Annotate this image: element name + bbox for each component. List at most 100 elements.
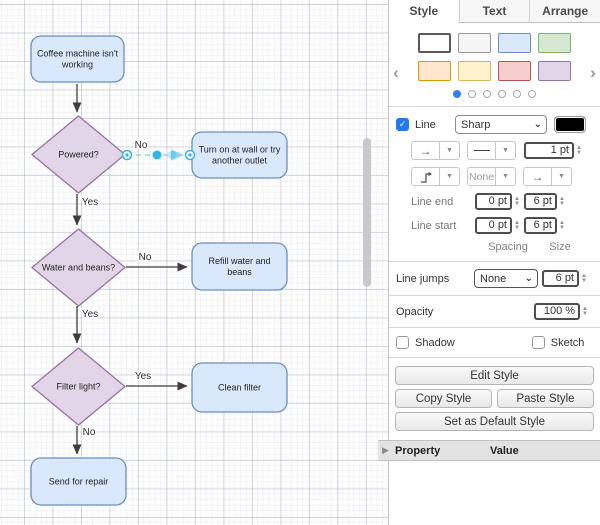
waypoints-dropdown[interactable]: ▼ — [439, 168, 459, 185]
connection-arrow-icon: → — [420, 144, 432, 158]
shadow-label: Shadow — [415, 337, 455, 349]
connection-style-button[interactable]: → — [412, 142, 439, 159]
style-swatch-6[interactable] — [458, 61, 491, 81]
style-swatch-5[interactable] — [418, 61, 451, 81]
flowchart-node-refill[interactable]: Refill water andbeans — [192, 243, 287, 290]
arrow-end-group: → ▼ — [523, 167, 572, 186]
disclosure-icon[interactable]: ▶ — [382, 445, 395, 456]
flowchart-edge-filter-repair[interactable]: No — [77, 426, 96, 454]
node-label: Filter light? — [56, 382, 100, 392]
flowchart-edge-filter-clean[interactable]: Yes — [126, 371, 187, 386]
line-start-size-input[interactable]: 6 pt — [524, 217, 557, 234]
line-width-stepper[interactable]: ▲ ▼ — [576, 146, 582, 156]
swatch-page-dot-1[interactable] — [453, 90, 461, 98]
dropdown-arrow-icon: ▼ — [558, 173, 565, 180]
swatch-page-dot-3[interactable] — [483, 90, 491, 98]
property-column-label: Property — [395, 445, 490, 457]
line-jumps-size-spinner: 6 pt ▲ ▼ — [542, 270, 587, 287]
swatch-page-dot-6[interactable] — [528, 90, 536, 98]
tab-arrange[interactable]: Arrange — [529, 0, 600, 23]
line-dash-dropdown[interactable]: ▼ — [495, 142, 515, 159]
opacity-row: Opacity 100 % ▲ ▼ — [389, 296, 600, 328]
line-start-size-stepper[interactable]: ▲ ▼ — [559, 221, 565, 231]
swatch-page-dot-2[interactable] — [468, 90, 476, 98]
line-start-label: Line start — [411, 220, 475, 232]
shadow-checkbox[interactable] — [396, 336, 409, 349]
opacity-stepper[interactable]: ▲ ▼ — [582, 307, 588, 317]
flowchart-node-send-repair[interactable]: Send for repair — [31, 458, 126, 505]
stepper-down-icon: ▼ — [576, 151, 582, 156]
arrow-end-button[interactable]: → — [524, 168, 551, 185]
line-checkbox[interactable]: ✓ — [396, 118, 409, 131]
waypoints-value: None — [469, 171, 494, 183]
paste-style-button[interactable]: Paste Style — [497, 389, 594, 408]
style-swatch-7[interactable] — [498, 61, 531, 81]
line-end-spacing-input[interactable]: 0 pt — [475, 193, 512, 210]
set-default-style-button[interactable]: Set as Default Style — [395, 412, 594, 431]
property-table-header: ▶ Property Value — [378, 440, 600, 461]
flowchart-node-water-beans[interactable]: Water and beans? — [32, 229, 125, 306]
end-arrow-icon: → — [532, 170, 544, 184]
dropdown-arrow-icon: ▼ — [446, 173, 453, 180]
stepper-down-icon: ▼ — [559, 226, 565, 231]
line-jumps-size-stepper[interactable]: ▲ ▼ — [581, 274, 587, 284]
swatch-prev-icon[interactable]: ‹ — [390, 67, 402, 79]
line-width-input[interactable]: 1 pt — [524, 142, 574, 159]
diagram-canvas[interactable]: Coffee machine isn'tworking Powered? Turn … — [0, 0, 388, 525]
swatch-grid — [418, 33, 571, 81]
edge-midpoint-handle[interactable] — [153, 151, 162, 160]
arrow-end-dropdown[interactable]: ▼ — [551, 168, 571, 185]
canvas-vertical-scrollbar[interactable] — [363, 138, 371, 287]
flowchart-node-clean-filter[interactable]: Clean filter — [192, 363, 287, 412]
line-jumps-select[interactable]: None ⌄ — [474, 269, 538, 288]
flowchart-edge-powered-turnon[interactable]: No — [123, 140, 195, 160]
style-swatch-2[interactable] — [458, 33, 491, 53]
edge-virtual-handle[interactable] — [168, 151, 176, 159]
swatch-page-dot-4[interactable] — [498, 90, 506, 98]
opacity-input[interactable]: 100 % — [534, 303, 580, 320]
format-tabs: Style Text Arrange — [389, 0, 600, 23]
node-label: Powered? — [58, 150, 99, 160]
line-start-spacing-stepper[interactable]: ▲ ▼ — [514, 221, 520, 231]
tab-style[interactable]: Style — [389, 0, 459, 23]
edge-target-handle-dot — [188, 153, 191, 156]
style-swatch-1[interactable] — [418, 33, 451, 53]
connection-style-dropdown[interactable]: ▼ — [439, 142, 459, 159]
flowchart-edge-water-filter[interactable]: Yes — [77, 306, 98, 343]
spacing-label: Spacing — [482, 241, 534, 253]
swatch-page-dot-5[interactable] — [513, 90, 521, 98]
connector-none-dropdown[interactable]: ▼ — [495, 168, 515, 185]
sketch-checkbox[interactable] — [532, 336, 545, 349]
style-swatch-3[interactable] — [498, 33, 531, 53]
swatch-next-icon[interactable]: › — [587, 67, 599, 79]
tab-text[interactable]: Text — [459, 0, 530, 23]
style-swatch-8[interactable] — [538, 61, 571, 81]
line-style-select[interactable]: Sharp ⌄ — [455, 115, 547, 134]
swatch-pagination — [389, 90, 600, 98]
flowchart-node-filter-light[interactable]: Filter light? — [32, 348, 125, 425]
style-presets-section: ‹ › — [389, 23, 600, 107]
line-end-size-input[interactable]: 6 pt — [524, 193, 557, 210]
line-dash-button[interactable] — [468, 142, 495, 159]
flowchart-node-turn-on[interactable]: Turn on at wall or tryanother outlet — [192, 132, 287, 178]
connector-none-button[interactable]: None — [468, 168, 495, 185]
flowchart-edge-water-refill[interactable]: No — [126, 252, 187, 267]
waypoints-button[interactable] — [412, 168, 439, 185]
solid-line-icon — [474, 150, 490, 151]
check-icon: ✓ — [399, 119, 407, 130]
dropdown-arrow-icon: ▼ — [446, 147, 453, 154]
edit-style-button[interactable]: Edit Style — [395, 366, 594, 385]
style-swatch-4[interactable] — [538, 33, 571, 53]
flowchart-node-powered[interactable]: Powered? — [32, 116, 125, 193]
value-column-label: Value — [490, 445, 519, 457]
line-end-size-stepper[interactable]: ▲ ▼ — [559, 197, 565, 207]
copy-style-button[interactable]: Copy Style — [395, 389, 492, 408]
line-start-spacing-input[interactable]: 0 pt — [475, 217, 512, 234]
line-end-spacing-stepper[interactable]: ▲ ▼ — [514, 197, 520, 207]
line-width-spinner: 1 pt ▲ ▼ — [524, 142, 582, 159]
flowchart-node-start[interactable]: Coffee machine isn'tworking — [31, 36, 124, 82]
line-jumps-size-input[interactable]: 6 pt — [542, 270, 579, 287]
flowchart-edge-powered-water[interactable]: Yes — [77, 194, 98, 225]
opacity-spinner: 100 % ▲ ▼ — [534, 303, 588, 320]
line-color-button[interactable] — [554, 116, 586, 133]
